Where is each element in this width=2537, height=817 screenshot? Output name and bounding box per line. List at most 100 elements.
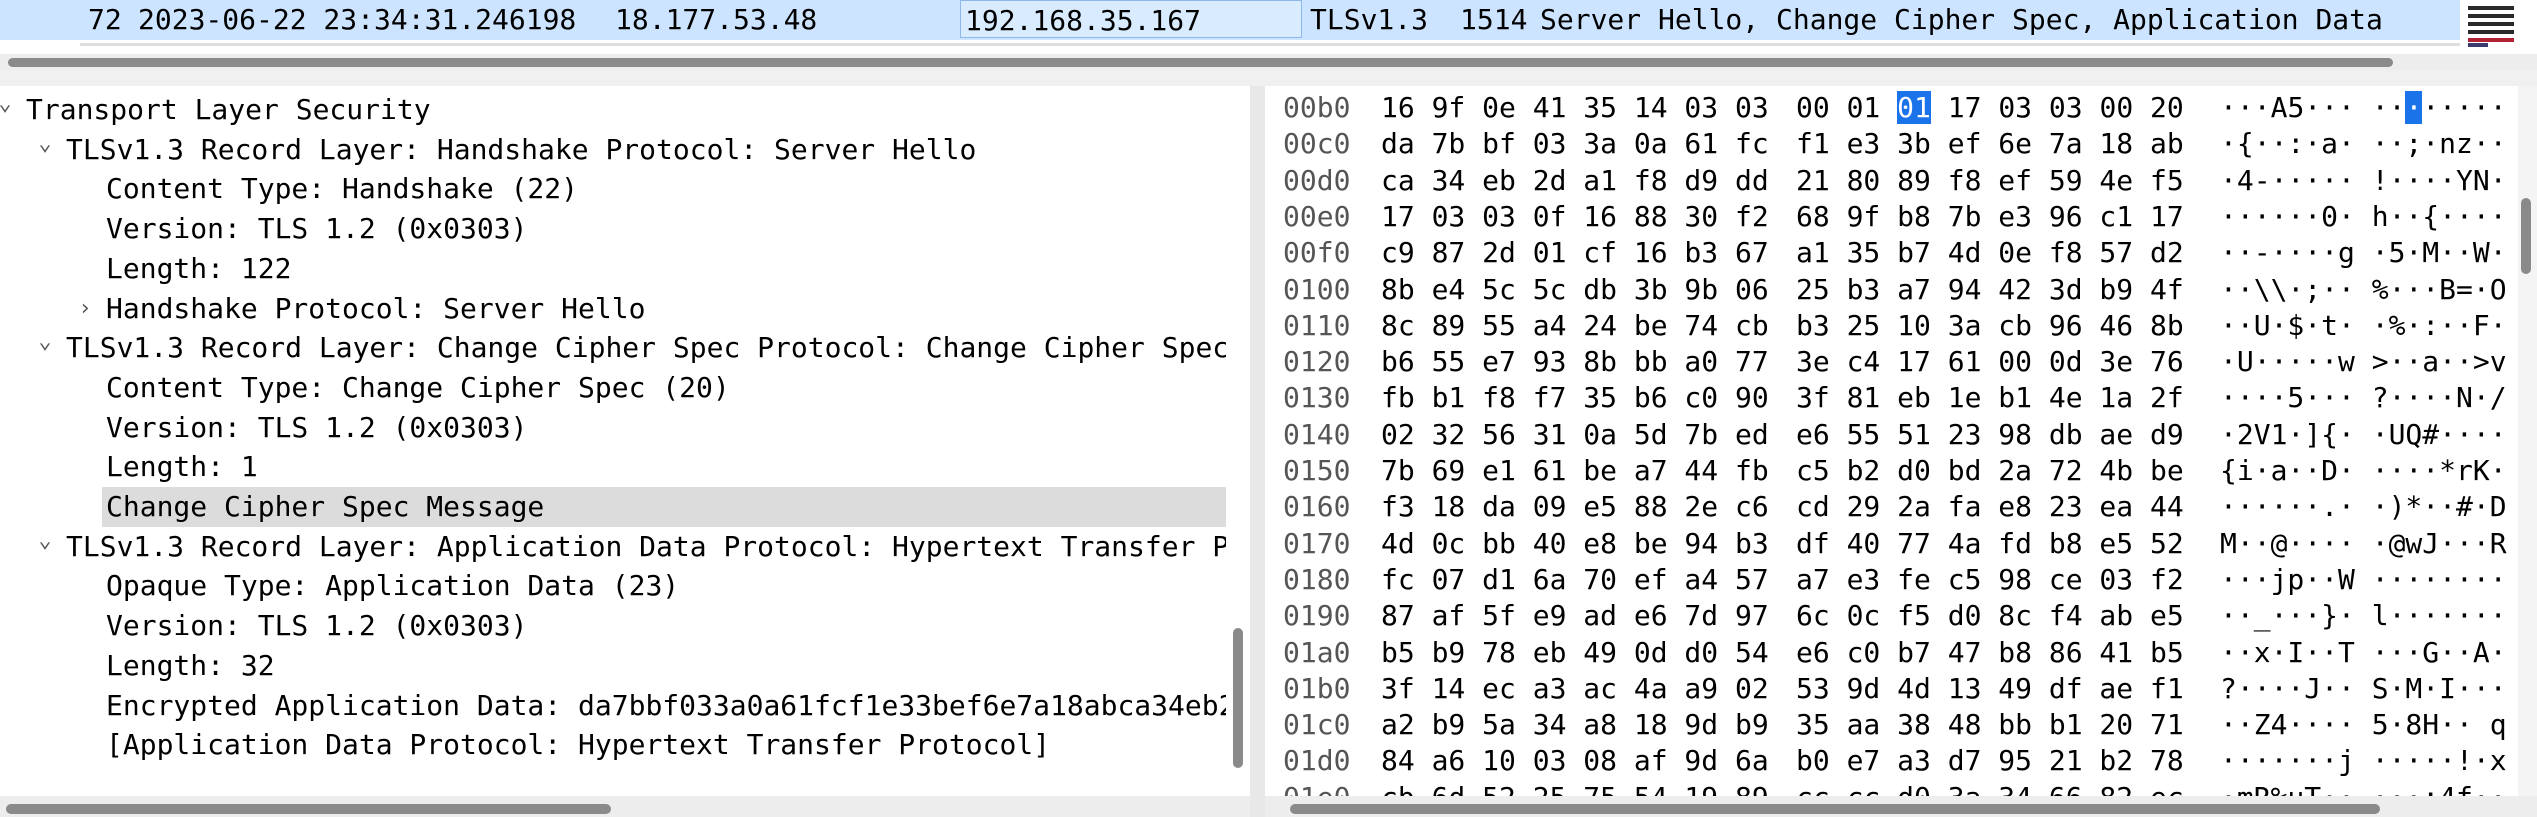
tree-row[interactable]: Version: TLS 1.2 (0x0303): [0, 209, 1226, 249]
ascii-bytes[interactable]: ···jp··W ········: [2220, 562, 2507, 598]
ascii-byte[interactable]: ·: [2456, 91, 2473, 124]
hex-bytes-second-half[interactable]: 21 80 89 f8 ef 59 4e f5: [1796, 163, 2184, 199]
hex-bytes-first-half[interactable]: 3f 14 ec a3 ac 4a a9 02: [1381, 671, 1769, 707]
pane-splitter[interactable]: [1250, 86, 1265, 817]
ascii-bytes[interactable]: ··x·I··T ···G··A·: [2220, 635, 2507, 671]
packet-bytes-pane[interactable]: 00b0 16 9f 0e 41 35 14 03 03 00 01 01 17 0…: [1265, 86, 2537, 817]
ascii-byte[interactable]: ·: [2439, 91, 2456, 124]
ascii-byte[interactable]: ·: [2473, 91, 2490, 124]
hex-bytes-first-half[interactable]: 84 a6 10 03 08 af 9d 6a: [1381, 743, 1769, 779]
ascii-byte[interactable]: ·: [2254, 91, 2271, 124]
tree-row[interactable]: Content Type: Handshake (22): [0, 169, 1226, 209]
tree-row[interactable]: Length: 32: [0, 646, 1226, 686]
ascii-byte[interactable]: ·: [2237, 91, 2254, 124]
hex-byte-selected[interactable]: 01: [1897, 91, 1931, 124]
hex-bytes-second-half[interactable]: 3e c4 17 61 00 0d 3e 76: [1796, 344, 2184, 380]
ascii-bytes[interactable]: ···A5··· ········: [2220, 90, 2507, 126]
hex-bytes-first-half[interactable]: 8c 89 55 a4 24 be 74 cb: [1381, 308, 1769, 344]
ascii-byte[interactable]: ·: [2220, 91, 2237, 124]
hex-bytes-first-half[interactable]: 8b e4 5c 5c db 3b 9b 06: [1381, 272, 1769, 308]
hex-bytes-second-half[interactable]: 6c 0c f5 d0 8c f4 ab e5: [1796, 598, 2184, 634]
tree-row[interactable]: Change Cipher Spec Message: [0, 487, 1226, 527]
ascii-bytes[interactable]: ······0· h··{····: [2220, 199, 2507, 235]
tree-row[interactable]: ⌄ TLSv1.3 Record Layer: Change Cipher Spe…: [0, 328, 1226, 368]
hex-byte[interactable]: 03: [1998, 91, 2032, 124]
ascii-byte[interactable]: ·: [2490, 91, 2507, 124]
hex-bytes-first-half[interactable]: c9 87 2d 01 cf 16 b3 67: [1381, 235, 1769, 271]
chevron-right-icon[interactable]: ›: [74, 289, 96, 329]
hex-bytes-second-half[interactable]: cd 29 2a fa e8 23 ea 44: [1796, 489, 2184, 525]
hex-bytes-first-half[interactable]: 16 9f 0e 41 35 14 03 03: [1381, 90, 1769, 126]
hex-bytes-first-half[interactable]: b6 55 e7 93 8b bb a0 77: [1381, 344, 1769, 380]
ascii-byte[interactable]: ·: [2321, 91, 2338, 124]
details-hscroll-thumb[interactable]: [6, 804, 611, 814]
hex-bytes-second-half[interactable]: b3 25 10 3a cb 96 46 8b: [1796, 308, 2184, 344]
chevron-down-icon[interactable]: ⌄: [34, 527, 56, 561]
ascii-bytes[interactable]: ··-····g ·5·M··W·: [2220, 235, 2507, 271]
hex-byte[interactable]: 00: [2099, 91, 2133, 124]
ascii-bytes[interactable]: M··@···· ·@wJ···R: [2220, 526, 2507, 562]
hex-bytes-first-half[interactable]: 02 32 56 31 0a 5d 7b ed: [1381, 417, 1769, 453]
tree-row[interactable]: [Application Data Protocol: Hypertext Tr…: [0, 725, 1226, 765]
tree-row[interactable]: ⌄ TLSv1.3 Record Layer: Application Data …: [0, 527, 1226, 567]
hex-bytes-first-half[interactable]: 4d 0c bb 40 e8 be 94 b3: [1381, 526, 1769, 562]
tree-row[interactable]: Version: TLS 1.2 (0x0303): [0, 606, 1226, 646]
hex-bytes-first-half[interactable]: fc 07 d1 6a 70 ef a4 57: [1381, 562, 1769, 598]
tree-row[interactable]: ⌄ TLSv1.3 Record Layer: Handshake Protoco…: [0, 130, 1226, 170]
hex-bytes-first-half[interactable]: 87 af 5f e9 ad e6 7d 97: [1381, 598, 1769, 634]
hex-bytes-second-half[interactable]: b0 e7 a3 d7 95 21 b2 78: [1796, 743, 2184, 779]
hex-bytes-second-half[interactable]: e6 c0 b7 47 b8 86 41 b5: [1796, 635, 2184, 671]
ascii-byte[interactable]: 5: [2287, 91, 2304, 124]
hex-bytes-second-half[interactable]: 00 01 01 17 03 03 00 20: [1796, 90, 2184, 126]
chevron-down-icon[interactable]: ⌄: [34, 130, 56, 164]
hex-bytes-second-half[interactable]: a1 35 b7 4d 0e f8 57 d2: [1796, 235, 2184, 271]
bytes-hscroll-thumb[interactable]: [1290, 804, 2380, 814]
ascii-bytes[interactable]: ··_···}· l·······: [2220, 598, 2507, 634]
ascii-bytes[interactable]: ··U·$·t· ·%·:··F·: [2220, 308, 2507, 344]
ascii-bytes[interactable]: ····5··· ?····N·/: [2220, 380, 2507, 416]
hex-bytes-second-half[interactable]: df 40 77 4a fd b8 e5 52: [1796, 526, 2184, 562]
ascii-bytes[interactable]: ?····J·· S·M·I···: [2220, 671, 2507, 707]
details-vscroll-thumb[interactable]: [1233, 628, 1243, 768]
chevron-down-icon[interactable]: ⌄: [0, 90, 16, 124]
packet-row-selected[interactable]: 72 2023-06-22 23:34:31.246198 18.177.53.…: [0, 0, 2460, 42]
hex-bytes-first-half[interactable]: a2 b9 5a 34 a8 18 9d b9: [1381, 707, 1769, 743]
ascii-bytes[interactable]: ·{··:·a· ··;·nz··: [2220, 126, 2507, 162]
tree-row[interactable]: Content Type: Change Cipher Spec (20): [0, 368, 1226, 408]
hex-bytes-second-half[interactable]: 68 9f b8 7b e3 96 c1 17: [1796, 199, 2184, 235]
hex-bytes-second-half[interactable]: e6 55 51 23 98 db ae d9: [1796, 417, 2184, 453]
hex-byte[interactable]: 17: [1948, 91, 1982, 124]
tree-row[interactable]: Length: 122: [0, 249, 1226, 289]
ascii-byte[interactable]: ·: [2304, 91, 2321, 124]
ascii-bytes[interactable]: ·······j ·····!·x: [2220, 743, 2507, 779]
hex-bytes-second-half[interactable]: c5 b2 d0 bd 2a 72 4b be: [1796, 453, 2184, 489]
hex-bytes-first-half[interactable]: 17 03 03 0f 16 88 30 f2: [1381, 199, 1769, 235]
hex-byte[interactable]: 01: [1847, 91, 1881, 124]
packet-destination[interactable]: 192.168.35.167: [960, 0, 1302, 38]
tree-row[interactable]: › Handshake Protocol: Server Hello: [0, 289, 1226, 329]
chevron-down-icon[interactable]: ⌄: [34, 328, 56, 362]
packet-list-hscroll-thumb[interactable]: [8, 58, 2393, 67]
hex-bytes-first-half[interactable]: da 7b bf 03 3a 0a 61 fc: [1381, 126, 1769, 162]
ascii-byte[interactable]: ·: [2372, 91, 2389, 124]
ascii-bytes[interactable]: ·U·····w >··a··>v: [2220, 344, 2507, 380]
tree-row[interactable]: Opaque Type: Application Data (23): [0, 566, 1226, 606]
hex-bytes-first-half[interactable]: fb b1 f8 f7 35 b6 c0 90: [1381, 380, 1769, 416]
ascii-byte[interactable]: ·: [2389, 91, 2406, 124]
ascii-bytes[interactable]: ··\\·;·· %···B=·O: [2220, 272, 2507, 308]
tree-row[interactable]: Encrypted Application Data: da7bbf033a0a…: [0, 686, 1226, 726]
bytes-vscroll-track[interactable]: [2518, 86, 2537, 817]
hex-bytes-second-half[interactable]: 35 aa 38 48 bb b1 20 71: [1796, 707, 2184, 743]
tree-row[interactable]: Length: 1: [0, 447, 1226, 487]
tree-row[interactable]: Version: TLS 1.2 (0x0303): [0, 408, 1226, 448]
ascii-bytes[interactable]: ·2V1·]{· ·UQ#····: [2220, 417, 2507, 453]
ascii-byte[interactable]: ·: [2422, 91, 2439, 124]
hex-bytes-second-half[interactable]: 25 b3 a7 94 42 3d b9 4f: [1796, 272, 2184, 308]
hex-bytes-first-half[interactable]: b5 b9 78 eb 49 0d d0 54: [1381, 635, 1769, 671]
hex-bytes-second-half[interactable]: 53 9d 4d 13 49 df ae f1: [1796, 671, 2184, 707]
ascii-byte[interactable]: [2355, 91, 2372, 124]
ascii-byte[interactable]: ·: [2338, 91, 2355, 124]
hex-bytes-first-half[interactable]: 7b 69 e1 61 be a7 44 fb: [1381, 453, 1769, 489]
hex-byte[interactable]: 03: [2049, 91, 2083, 124]
hex-bytes-first-half[interactable]: ca 34 eb 2d a1 f8 d9 dd: [1381, 163, 1769, 199]
